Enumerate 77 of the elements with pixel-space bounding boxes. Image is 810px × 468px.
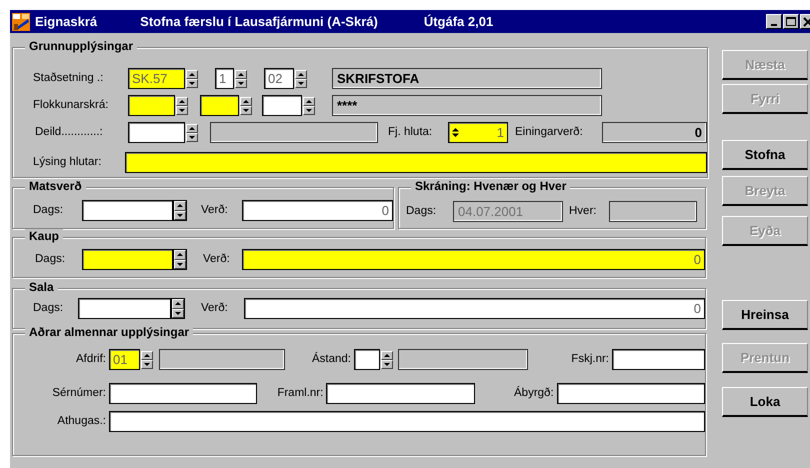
input-field[interactable] [326,383,475,404]
minimize-icon [771,24,777,26]
display-field: 0 [602,122,707,143]
field-label: Sérnúmer: [51,386,106,401]
input-field[interactable] [612,349,705,370]
window-subtitle: Stofna færslu í Lausafjármuni (A-Skrá) [140,14,378,29]
display-field: 04.07.2001 [453,201,563,222]
field-label: Lýsing hlutar: [33,155,102,170]
input-field[interactable] [109,411,705,432]
action-button[interactable]: Hreinsa [722,300,808,330]
spin-up-button[interactable] [141,350,153,360]
group-title: Sala [25,280,58,294]
field-label: Verð: [201,203,229,218]
spin-up-button[interactable] [186,124,198,132]
input-field[interactable] [556,383,705,404]
input-field[interactable]: 02 [264,68,294,89]
spin-up-button[interactable] [186,70,198,78]
group-title: Kaup [25,229,63,243]
input-field[interactable] [82,200,173,221]
number-field[interactable]: 1 [448,122,508,143]
spin-up-button[interactable] [240,96,252,106]
spin-up-button[interactable] [174,250,186,260]
input-field[interactable] [125,152,707,173]
input-field[interactable]: 0 [244,298,705,319]
input-field[interactable] [78,298,171,319]
field-label: Dags: [33,301,64,316]
group-title: Grunnupplýsingar [25,39,138,53]
action-button[interactable]: Loka [722,387,808,417]
field-label: Framl.nr: [276,386,324,401]
field-label: Verð: [203,252,231,267]
field-label: Hver: [569,204,598,219]
maximize-icon [785,16,797,26]
spin-up-button[interactable] [176,96,188,106]
group-title: Skráning: Hvenær og Hver [411,179,570,193]
version-label: Útgáfa 2,01 [424,14,494,29]
input-field[interactable] [128,95,175,116]
input-field[interactable]: SK.57 [128,68,185,89]
display-field: **** [332,95,602,116]
field-label: Athugas.: [56,414,106,429]
action-button[interactable]: Stofna [722,140,808,170]
input-field[interactable] [200,95,239,116]
field-label: Deild............: [35,125,104,140]
display-field: SKRIFSTOFA [332,68,602,89]
field-label: Fskj.nr: [570,352,609,367]
input-field[interactable]: 01 [109,349,140,370]
maximize-button[interactable] [783,14,799,29]
input-field[interactable] [128,122,185,143]
spin-up-button[interactable] [303,96,315,106]
input-field[interactable] [109,383,258,404]
spin-up-button[interactable] [235,70,247,78]
spin-up-button[interactable] [174,201,186,210]
input-field[interactable]: 0 [242,249,705,270]
input-field[interactable] [82,249,173,270]
spin-up-button[interactable] [295,70,307,78]
input-field[interactable]: 0 [242,200,393,221]
spin-up-button[interactable] [172,299,184,308]
field-label: Einingarverð: [515,125,584,140]
field-label: Afdrif: [74,352,106,367]
input-field[interactable] [354,349,380,370]
field-label: Ábyrgð: [513,385,554,401]
spin-up-button[interactable] [381,350,393,360]
group-title: Aðrar almennar upplýsingar [25,325,194,339]
field-label: Fj. hluta: [388,125,434,140]
field-label: Dags: [33,203,64,218]
group-title: Matsverð [25,179,86,193]
input-field[interactable]: 1 [215,68,234,89]
field-label: Dags: [35,252,66,267]
window-title: Eignaskrá [35,14,98,29]
up-down-arrows-icon [452,128,459,137]
input-field[interactable] [262,95,302,116]
app-icon [12,12,30,30]
field-label: Verð: [201,301,229,316]
minimize-button[interactable] [766,14,782,29]
field-label: Flokkunarskrá: [33,98,110,113]
field-label: Ástand: [311,351,351,367]
field-label: Staðsetning .: [33,71,104,86]
field-label: Dags: [406,204,438,219]
